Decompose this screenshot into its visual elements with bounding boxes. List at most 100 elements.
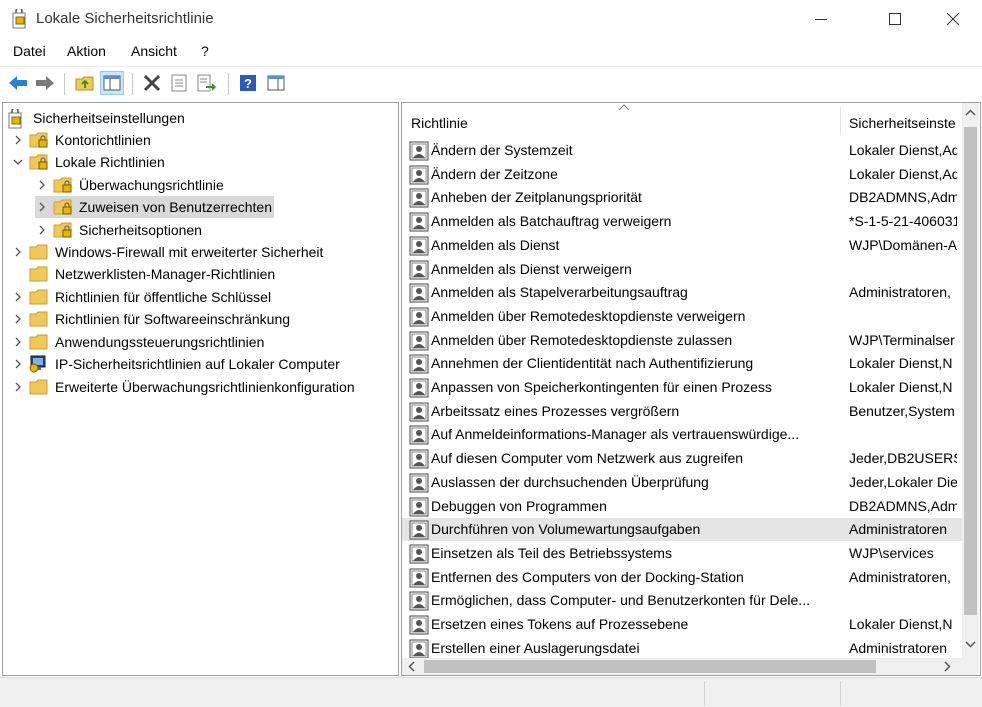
toolbar-separator — [64, 73, 65, 95]
user-right-policy-icon — [409, 568, 429, 588]
table-row[interactable]: Auslassen der durchsuchenden Überprüfung… — [402, 471, 962, 494]
chevron-right-icon[interactable] — [11, 247, 25, 257]
menu-datei[interactable]: Datei — [13, 43, 46, 59]
table-row[interactable]: Ermöglichen, dass Computer- und Benutzer… — [402, 589, 962, 612]
menu-aktion[interactable]: Aktion — [67, 43, 106, 59]
column-divider[interactable] — [840, 107, 841, 135]
forward-button[interactable] — [33, 71, 57, 95]
column-header-policy[interactable]: Richtlinie — [411, 115, 468, 131]
tree-item[interactable]: Kontorichtlinien — [11, 129, 153, 151]
table-row[interactable]: Anmelden als Dienst WJP\Domänen-A — [402, 234, 962, 257]
help-button[interactable]: ? — [236, 71, 260, 95]
tree-item[interactable]: Zuweisen von Benutzerrechten — [35, 196, 274, 218]
horizontal-scrollbar[interactable] — [402, 658, 962, 675]
scroll-up-icon[interactable] — [965, 109, 976, 117]
tree-item[interactable]: Sicherheitseinstellungen — [7, 107, 187, 129]
menu-ansicht[interactable]: Ansicht — [131, 43, 177, 59]
user-right-policy-icon — [409, 283, 429, 303]
properties-button[interactable] — [167, 71, 191, 95]
user-right-policy-icon — [409, 639, 429, 659]
policy-name: Arbeitssatz eines Prozesses vergrößern — [431, 402, 680, 419]
table-row[interactable]: Annehmen der Clientidentität nach Authen… — [402, 352, 962, 375]
scrollbar-corner — [962, 658, 979, 675]
show-hide-console-tree-button[interactable] — [100, 71, 124, 95]
policy-name: Annehmen der Clientidentität nach Authen… — [431, 355, 754, 372]
help-icon: ? — [240, 75, 256, 91]
tree-item[interactable]: Windows-Firewall mit erweiterter Sicherh… — [11, 241, 325, 263]
locked-folder-icon — [53, 221, 73, 239]
maximize-button[interactable] — [872, 0, 918, 38]
tree-item[interactable]: IP-Sicherheitsrichtlinien auf Lokaler Co… — [11, 353, 342, 375]
chevron-right-icon[interactable] — [11, 292, 25, 302]
chevron-down-icon[interactable] — [11, 158, 25, 166]
table-row[interactable]: Anmelden als Dienst verweigern — [402, 258, 962, 281]
minimize-button[interactable] — [798, 0, 844, 38]
policy-setting: Administratoren, — [849, 284, 951, 301]
menu-help[interactable]: ? — [201, 43, 209, 59]
table-row[interactable]: Entfernen des Computers von der Docking-… — [402, 566, 962, 589]
policy-name: Auslassen der durchsuchenden Überprüfung — [431, 473, 709, 490]
security-policy-app-icon — [11, 7, 29, 29]
chevron-right-icon[interactable] — [11, 314, 25, 324]
table-row[interactable]: Arbeitssatz eines Prozesses vergrößern Be… — [402, 400, 962, 423]
table-row[interactable]: Erstellen einer Auslagerungsdatei Adminis… — [402, 637, 962, 660]
table-row[interactable]: Anpassen von Speicherkontingenten für ei… — [402, 376, 962, 399]
table-row[interactable]: Auf Anmeldeinformations-Manager als vert… — [402, 423, 962, 446]
user-right-policy-icon — [409, 615, 429, 635]
chevron-right-icon[interactable] — [11, 359, 25, 369]
user-right-policy-icon — [409, 591, 429, 611]
table-row[interactable]: Anmelden über Remotedesktopdienste zulas… — [402, 329, 962, 352]
tree-item[interactable]: Lokale Richtlinien — [11, 151, 167, 173]
chevron-right-icon[interactable] — [11, 337, 25, 347]
close-button[interactable] — [930, 0, 976, 38]
chevron-right-icon[interactable] — [35, 225, 49, 235]
table-row[interactable]: Anmelden über Remotedesktopdienste verwe… — [402, 305, 962, 328]
user-right-policy-icon — [409, 497, 429, 517]
horizontal-scroll-thumb[interactable] — [424, 660, 876, 673]
policy-setting: Lokaler Dienst,N — [849, 379, 953, 395]
tree-item[interactable]: Anwendungssteuerungsrichtlinien — [11, 331, 266, 353]
column-header-setting[interactable]: Sicherheitseinste — [849, 115, 956, 131]
up-folder-button[interactable] — [73, 71, 97, 95]
policy-name: Einsetzen als Teil des Betriebssystems — [431, 544, 672, 561]
table-row[interactable]: Einsetzen als Teil des Betriebssystems WJ… — [402, 542, 962, 565]
toolbar-separator — [132, 73, 133, 95]
chevron-right-icon[interactable] — [35, 202, 49, 212]
chevron-right-icon[interactable] — [11, 135, 25, 145]
policy-setting: *S-1-5-21-406031 — [849, 213, 957, 230]
show-hide-action-pane-button[interactable] — [264, 71, 288, 95]
table-row[interactable]: Ändern der Systemzeit Lokaler Dienst,Ad — [402, 139, 962, 162]
vertical-scrollbar[interactable] — [962, 103, 979, 658]
delete-button[interactable] — [140, 71, 164, 95]
tree-item[interactable]: Erweiterte Überwachungsrichtlinienkonfig… — [11, 376, 357, 398]
tree-item-label: Sicherheitseinstellungen — [33, 110, 185, 126]
table-row[interactable]: Ersetzen eines Tokens auf Prozessebene Lo… — [402, 613, 962, 636]
scroll-left-icon[interactable] — [408, 661, 416, 672]
export-list-button[interactable] — [195, 71, 219, 95]
chevron-right-icon[interactable] — [11, 382, 25, 392]
table-row[interactable]: Ändern der Zeitzone Lokaler Dienst,Ad — [402, 163, 962, 186]
table-row[interactable]: Auf diesen Computer vom Netzwerk aus zug… — [402, 447, 962, 470]
table-row[interactable]: Anmelden als Stapelverarbeitungsauftrag A… — [402, 281, 962, 304]
tree-item[interactable]: Richtlinien für Softwareeinschränkung — [11, 308, 292, 330]
policy-name: Anmelden als Dienst verweigern — [431, 260, 632, 277]
table-row[interactable]: Debuggen von Programmen DB2ADMNS,Adm — [402, 495, 962, 518]
table-row[interactable]: Anheben der Zeitplanungspriorität DB2ADMN… — [402, 186, 962, 209]
scroll-right-icon[interactable] — [943, 661, 951, 672]
scroll-down-icon[interactable] — [965, 640, 976, 648]
table-row[interactable]: Durchführen von Volumewartungsaufgaben Ad… — [402, 518, 962, 542]
tree-item[interactable]: Richtlinien für öffentliche Schlüssel — [11, 286, 273, 308]
back-button[interactable] — [6, 71, 30, 95]
tree-item[interactable]: Netzwerklisten-Manager-Richtlinien — [11, 263, 277, 285]
window-title: Lokale Sicherheitsrichtlinie — [36, 10, 214, 27]
policy-setting: DB2ADMNS,Adm — [849, 189, 957, 206]
console-tree-icon — [103, 75, 121, 91]
tree-item[interactable]: Überwachungsrichtlinie — [35, 174, 226, 196]
chevron-right-icon[interactable] — [35, 180, 49, 190]
user-right-policy-icon — [409, 544, 429, 564]
tree-item[interactable]: Sicherheitsoptionen — [35, 219, 204, 241]
vertical-scroll-thumb[interactable] — [964, 127, 977, 615]
policy-setting: WJP\services — [849, 544, 934, 561]
table-row[interactable]: Anmelden als Batchauftrag verweigern *S-1… — [402, 210, 962, 233]
policy-name: Entfernen des Computers von der Docking-… — [431, 568, 744, 585]
